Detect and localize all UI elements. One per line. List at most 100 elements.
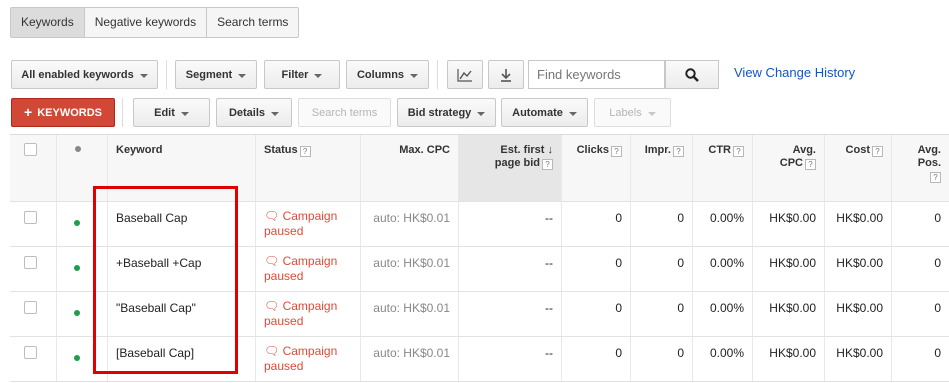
columns-dropdown[interactable]: Columns <box>346 60 429 89</box>
col-max-cpc-label: Max. CPC <box>399 144 450 156</box>
edit-dropdown[interactable]: Edit <box>133 98 210 127</box>
add-keywords-button[interactable]: + KEYWORDS <box>11 98 115 127</box>
avg-pos-value: 0 <box>934 301 941 315</box>
first-page-bid-value: -- <box>545 346 553 360</box>
col-max-cpc[interactable]: Max. CPC <box>361 135 459 201</box>
search-input[interactable] <box>528 60 665 89</box>
keyword-text[interactable]: [Baseball Cap] <box>116 346 194 360</box>
avg-pos-value: 0 <box>934 346 941 360</box>
table-row: +Baseball +Cap 🗨 Campaign paused auto: HK… <box>10 247 949 292</box>
toolbar-divider <box>166 60 167 89</box>
max-cpc-value[interactable]: auto: HK$0.01 <box>373 211 450 225</box>
max-cpc-value[interactable]: auto: HK$0.01 <box>373 346 450 360</box>
chevron-down-icon <box>568 111 577 116</box>
row-checkbox[interactable] <box>24 346 37 359</box>
keywords-table: Keyword Status? Max. CPC Est. first ↓ pa… <box>10 134 949 382</box>
status-cell[interactable]: 🗨 Campaign paused <box>264 254 337 284</box>
download-button[interactable] <box>488 60 524 89</box>
add-keywords-label: KEYWORDS <box>37 106 102 119</box>
cost-value: HK$0.00 <box>836 256 883 270</box>
status-text-2: paused <box>264 359 304 373</box>
help-icon[interactable]: ? <box>872 146 883 157</box>
filter-dropdown[interactable]: Filter <box>264 60 340 89</box>
row-checkbox[interactable] <box>24 256 37 269</box>
avg-pos-value: 0 <box>934 211 941 225</box>
status-dot-icon <box>75 146 81 152</box>
help-icon[interactable]: ? <box>733 146 744 157</box>
col-clicks[interactable]: Clicks? <box>562 135 631 201</box>
speech-bubble-icon: 🗨 <box>264 209 280 223</box>
row-checkbox[interactable] <box>24 301 37 314</box>
line-chart-icon <box>457 68 472 82</box>
bid-strategy-label: Bid strategy <box>407 106 472 119</box>
col-avg-cpc[interactable]: Avg. CPC? <box>753 135 825 201</box>
view-change-history-link[interactable]: View Change History <box>734 65 855 80</box>
cost-value: HK$0.00 <box>836 211 883 225</box>
col-status[interactable]: Status? <box>256 135 361 201</box>
tab-negative-keywords[interactable]: Negative keywords <box>83 8 206 37</box>
magnifier-icon <box>685 67 699 82</box>
help-icon[interactable]: ? <box>611 146 622 157</box>
bid-strategy-dropdown[interactable]: Bid strategy <box>397 98 496 127</box>
keyword-text[interactable]: "Baseball Cap" <box>116 301 196 315</box>
col-keyword[interactable]: Keyword <box>108 135 256 201</box>
status-cell[interactable]: 🗨 Campaign paused <box>264 344 337 374</box>
impr-value: 0 <box>677 301 684 315</box>
first-page-bid-value: -- <box>545 301 553 315</box>
col-cost[interactable]: Cost? <box>825 135 892 201</box>
col-avg-pos[interactable]: Avg. Pos. ? <box>892 135 949 201</box>
chart-toggle-button[interactable] <box>447 60 483 89</box>
row-checkbox[interactable] <box>24 211 37 224</box>
cost-value: HK$0.00 <box>836 346 883 360</box>
max-cpc-value[interactable]: auto: HK$0.01 <box>373 256 450 270</box>
ctr-value: 0.00% <box>709 346 744 360</box>
status-dot-header <box>57 135 108 201</box>
col-impr-label: Impr. <box>644 144 671 156</box>
col-first-page-bid-label: Est. first <box>500 144 545 156</box>
plus-icon: + <box>24 104 33 120</box>
keyword-text[interactable]: Baseball Cap <box>116 211 187 225</box>
help-icon[interactable]: ? <box>805 159 816 170</box>
help-icon[interactable]: ? <box>299 146 311 157</box>
keyword-text[interactable]: +Baseball +Cap <box>116 256 201 270</box>
tab-search-terms[interactable]: Search terms <box>206 8 298 37</box>
chevron-down-icon <box>314 73 323 78</box>
automate-label: Automate <box>512 106 563 119</box>
clicks-value: 0 <box>615 256 622 270</box>
first-page-bid-value: -- <box>545 256 553 270</box>
impr-value: 0 <box>677 256 684 270</box>
col-impr[interactable]: Impr.? <box>631 135 693 201</box>
impr-value: 0 <box>677 211 684 225</box>
avg-pos-value: 0 <box>934 256 941 270</box>
col-status-label: Status <box>264 144 298 156</box>
search-terms-button[interactable]: Search terms <box>298 98 391 127</box>
edit-label: Edit <box>154 106 175 119</box>
automate-dropdown[interactable]: Automate <box>501 98 588 127</box>
avg-cpc-value: HK$0.00 <box>769 346 816 360</box>
all-enabled-keywords-dropdown[interactable]: All enabled keywords <box>11 60 158 89</box>
clicks-value: 0 <box>615 301 622 315</box>
search-terms-label: Search terms <box>311 106 378 119</box>
status-cell[interactable]: 🗨 Campaign paused <box>264 209 337 239</box>
status-cell[interactable]: 🗨 Campaign paused <box>264 299 337 329</box>
status-text-2: paused <box>264 314 304 328</box>
max-cpc-value[interactable]: auto: HK$0.01 <box>373 301 450 315</box>
col-first-page-bid[interactable]: Est. first ↓ page bid? <box>459 135 562 201</box>
labels-dropdown[interactable]: Labels <box>594 98 671 127</box>
impr-value: 0 <box>677 346 684 360</box>
columns-label: Columns <box>356 68 405 81</box>
chevron-down-icon <box>477 111 486 116</box>
col-ctr-label: CTR <box>708 144 731 156</box>
chevron-down-icon <box>271 111 280 116</box>
tab-keywords[interactable]: Keywords <box>11 8 84 37</box>
help-icon[interactable]: ? <box>542 159 553 170</box>
col-ctr[interactable]: CTR? <box>693 135 753 201</box>
select-all-checkbox[interactable] <box>24 143 37 156</box>
help-icon[interactable]: ? <box>930 172 941 183</box>
search-button[interactable] <box>665 60 719 89</box>
help-icon[interactable]: ? <box>673 146 684 157</box>
details-dropdown[interactable]: Details <box>216 98 292 127</box>
segment-dropdown[interactable]: Segment <box>175 60 257 89</box>
avg-cpc-value: HK$0.00 <box>769 256 816 270</box>
speech-bubble-icon: 🗨 <box>264 299 280 313</box>
